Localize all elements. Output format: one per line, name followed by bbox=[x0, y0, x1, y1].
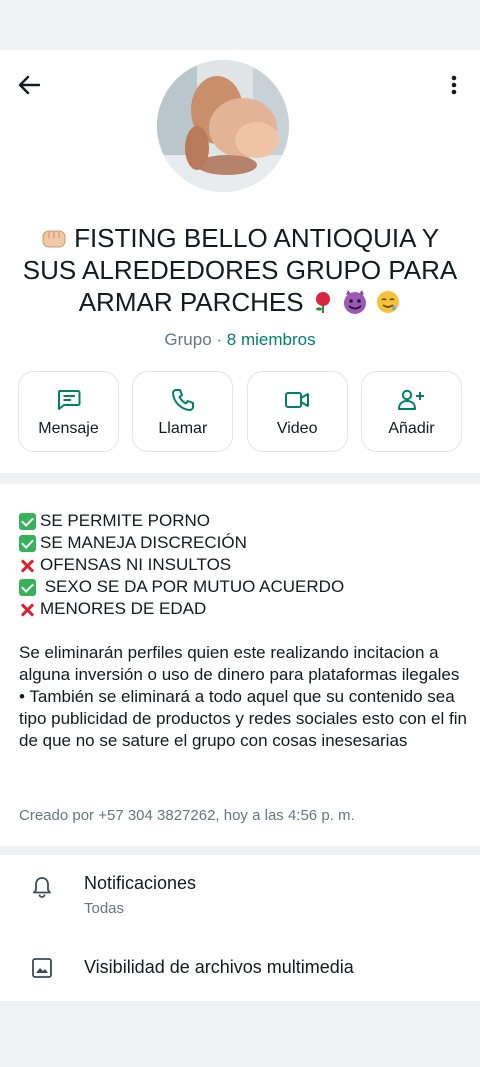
arrow-left-icon bbox=[18, 75, 40, 95]
rules-list: SE PERMITE PORNO SE MANEJA DISCRECIÓN OF… bbox=[19, 510, 464, 620]
add-person-icon bbox=[398, 389, 425, 410]
back-button[interactable] bbox=[14, 70, 44, 100]
cross-mark-icon bbox=[19, 601, 36, 618]
message-button-label: Mensaje bbox=[38, 419, 99, 437]
video-icon bbox=[285, 391, 310, 408]
description-paragraph: • También se eliminará a todo aquel que … bbox=[19, 687, 467, 750]
call-button-label: Llamar bbox=[158, 419, 208, 437]
group-avatar[interactable] bbox=[157, 60, 289, 192]
check-mark-icon bbox=[19, 534, 36, 552]
image-icon bbox=[32, 958, 52, 978]
more-vert-icon bbox=[451, 75, 457, 95]
rule-text: SEXO SE DA POR MUTUO ACUERDO bbox=[40, 577, 345, 596]
status-bar bbox=[0, 0, 480, 50]
subtitle-separator: · bbox=[211, 330, 227, 349]
check-mark-icon bbox=[19, 578, 36, 596]
video-button-label: Video bbox=[276, 419, 318, 437]
rule-item: SE MANEJA DISCRECIÓN bbox=[19, 532, 464, 554]
group-description: SE PERMITE PORNO SE MANEJA DISCRECIÓN OF… bbox=[0, 484, 480, 846]
video-button[interactable]: Video bbox=[246, 371, 348, 452]
notifications-label: Notificaciones bbox=[84, 873, 197, 893]
more-options-button[interactable] bbox=[440, 70, 468, 100]
add-member-button[interactable]: Añadir bbox=[360, 371, 462, 452]
notifications-value: Todas bbox=[84, 900, 125, 917]
call-button[interactable]: Llamar bbox=[132, 371, 234, 452]
description-text: Se eliminarán perfiles quien este realiz… bbox=[19, 642, 469, 752]
group-title: FISTING BELLO ANTIOQUIA Y SUS ALREDEDORE… bbox=[20, 222, 460, 318]
rule-text: OFENSAS NI INSULTOS bbox=[40, 555, 232, 574]
group-subtitle: Grupo · 8 miembros bbox=[0, 330, 480, 350]
add-member-button-label: Añadir bbox=[388, 419, 435, 437]
notifications-row[interactable]: Notificaciones Todas bbox=[0, 855, 480, 937]
check-mark-icon bbox=[19, 512, 36, 530]
member-count-link[interactable]: 8 miembros bbox=[227, 330, 316, 349]
cross-mark-icon bbox=[19, 557, 36, 574]
fist-emoji bbox=[41, 223, 74, 253]
rule-item: MENORES DE EDAD bbox=[19, 598, 464, 620]
rule-item: SE PERMITE PORNO bbox=[19, 510, 464, 532]
bell-icon bbox=[33, 877, 51, 898]
smiling-devil-emoji bbox=[342, 287, 375, 317]
message-button[interactable]: Mensaje bbox=[18, 371, 119, 452]
rule-item: OFENSAS NI INSULTOS bbox=[19, 554, 464, 576]
media-visibility-label: Visibilidad de archivos multimedia bbox=[84, 957, 354, 977]
phone-icon bbox=[171, 388, 194, 411]
rose-emoji bbox=[311, 287, 342, 317]
action-buttons: Mensaje Llamar Video Añadir bbox=[18, 371, 462, 452]
group-type: Grupo bbox=[164, 330, 212, 349]
created-by-text: Creado por +57 304 3827262, hoy a las 4:… bbox=[19, 807, 355, 824]
rule-item: SEXO SE DA POR MUTUO ACUERDO bbox=[19, 576, 464, 598]
message-icon bbox=[57, 389, 80, 410]
media-visibility-row[interactable]: Visibilidad de archivos multimedia bbox=[0, 937, 480, 1001]
drooling-face-emoji bbox=[375, 287, 401, 317]
rule-text: MENORES DE EDAD bbox=[40, 599, 207, 618]
description-paragraph: Se eliminarán perfiles quien este realiz… bbox=[19, 643, 460, 684]
rule-text: SE MANEJA DISCRECIÓN bbox=[40, 533, 247, 552]
settings-section: Notificaciones Todas Visibilidad de arch… bbox=[0, 855, 480, 1001]
avatar-image bbox=[157, 60, 289, 192]
rule-text: SE PERMITE PORNO bbox=[40, 511, 211, 530]
